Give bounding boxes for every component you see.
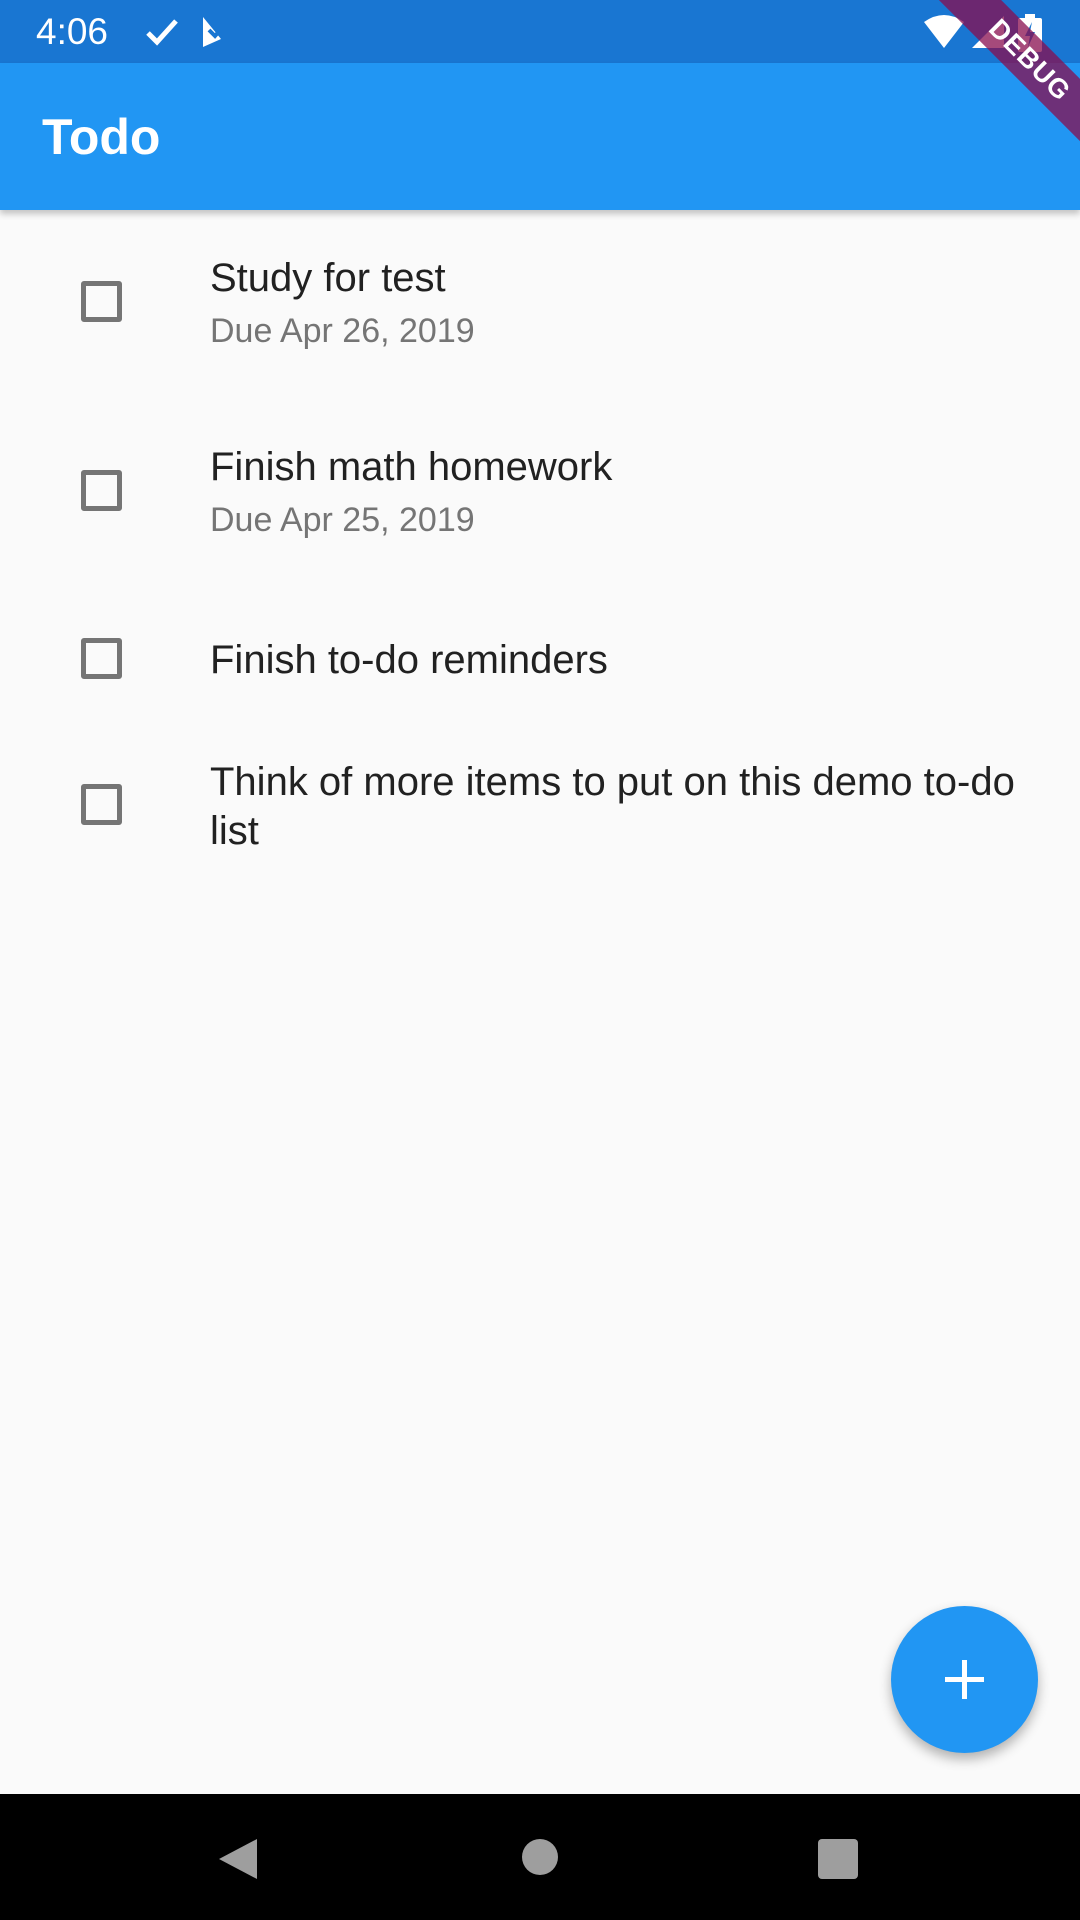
todo-title: Think of more items to put on this demo …	[210, 760, 1015, 853]
cellular-icon	[970, 14, 1006, 55]
todo-title: Finish math homework	[210, 445, 613, 489]
app-title: Todo	[42, 109, 161, 165]
todo-checkbox[interactable]	[81, 281, 122, 322]
home-icon[interactable]	[521, 1838, 559, 1881]
todo-item[interactable]: Think of more items to put on this demo …	[0, 707, 1080, 857]
navigation-bar	[0, 1794, 1080, 1920]
wifi-icon	[924, 14, 964, 55]
todo-title: Study for test	[210, 256, 446, 300]
todo-title: Finish to-do reminders	[210, 638, 608, 682]
check-icon	[144, 14, 180, 55]
recents-icon[interactable]	[818, 1839, 858, 1884]
todo-checkbox[interactable]	[81, 784, 122, 825]
tasks-icon	[199, 14, 235, 55]
todo-due-date: Due Apr 26, 2019	[210, 312, 475, 350]
status-bar: 4:06	[0, 0, 1080, 63]
todo-checkbox[interactable]	[81, 638, 122, 679]
status-time: 4:06	[36, 11, 109, 52]
add-todo-button[interactable]	[891, 1606, 1038, 1753]
todo-due-date: Due Apr 25, 2019	[210, 501, 475, 539]
todo-item[interactable]: Finish math homework Due Apr 25, 2019	[0, 395, 1080, 585]
battery-icon	[1018, 14, 1042, 57]
app-bar: Todo	[0, 63, 1080, 210]
back-icon[interactable]	[217, 1837, 259, 1886]
todo-item[interactable]: Finish to-do reminders	[0, 585, 1080, 707]
todo-checkbox[interactable]	[81, 470, 122, 511]
todo-item[interactable]: Study for test Due Apr 26, 2019	[0, 210, 1080, 395]
